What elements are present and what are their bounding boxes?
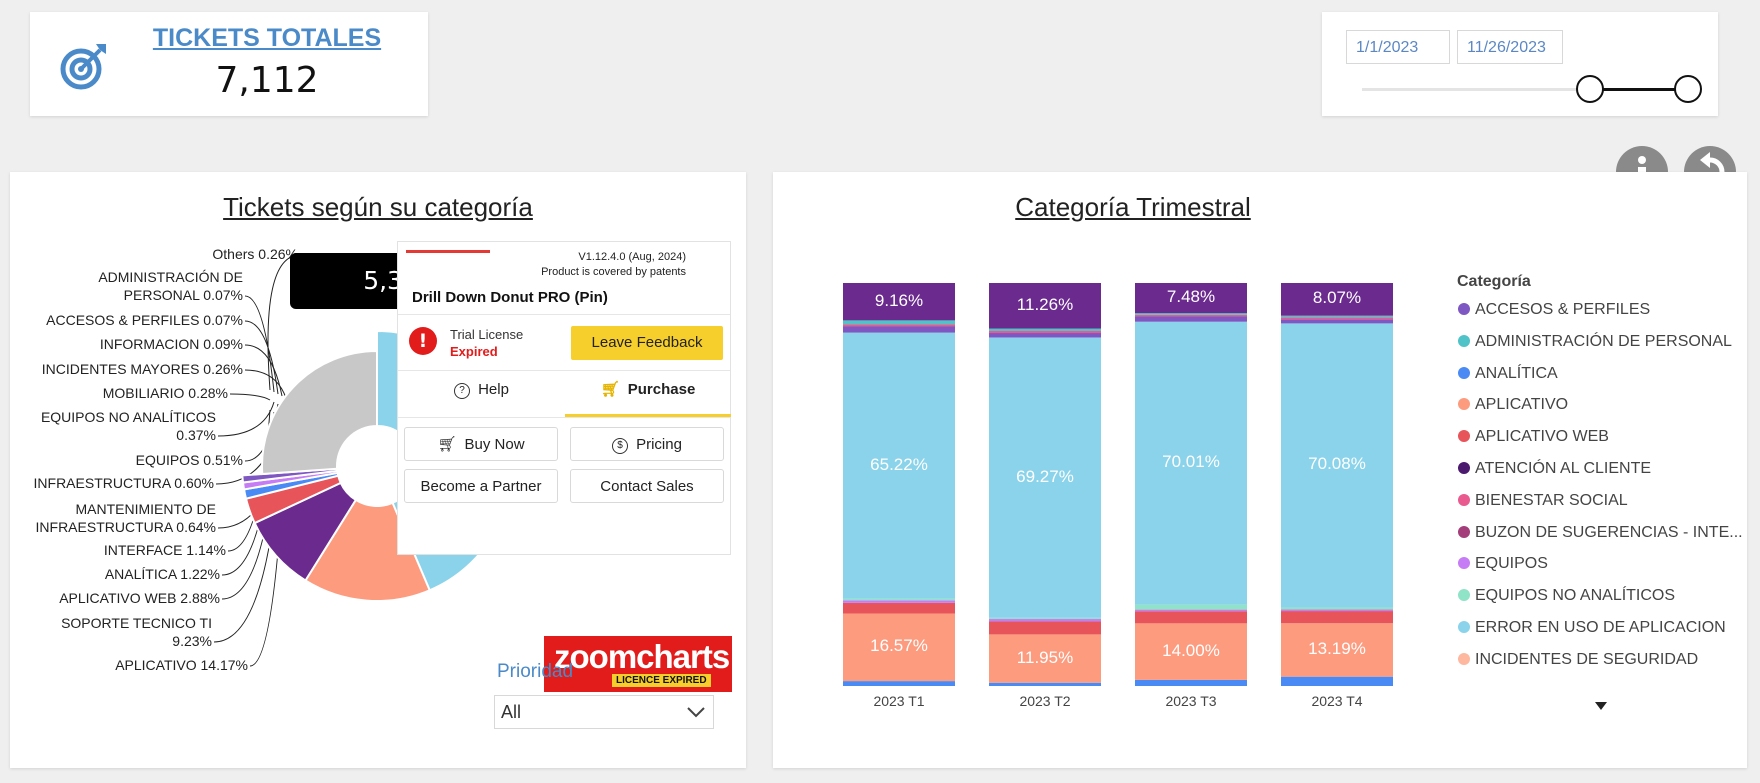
bar-segment[interactable] [1281,607,1393,610]
bar-segment[interactable] [1135,604,1247,610]
legend-item[interactable]: ATENCIÓN AL CLIENTE [1458,460,1651,478]
bar-segment[interactable] [1281,319,1393,324]
legend-item[interactable]: ACCESOS & PERFILES [1458,301,1650,319]
legend-dot [1458,493,1470,506]
bar-data-label: 70.01% [1162,452,1220,472]
bar-data-label: 16.57% [870,636,928,656]
legend-label: BIENESTAR SOCIAL [1475,491,1628,509]
bar-segment[interactable] [1281,315,1393,318]
bar-data-label: 70.08% [1308,454,1366,474]
bar-data-label: 7.48% [1166,287,1216,307]
legend-item[interactable]: EQUIPOS NO ANALÍTICOS [1458,587,1675,605]
legend-item[interactable]: BIENESTAR SOCIAL [1458,492,1628,510]
legend-label: APLICATIVO [1475,396,1569,414]
bar-segment[interactable] [843,324,955,327]
legend-dot [1458,334,1470,347]
bar-segment[interactable] [1281,676,1393,686]
bar-segment[interactable] [843,598,955,601]
legend-item[interactable]: APLICATIVO [1458,396,1568,414]
bar-segment[interactable] [843,681,955,686]
legend-item[interactable]: EQUIPOS [1458,555,1548,573]
legend-title: Categoría [1457,273,1531,290]
legend-dot [1458,366,1470,379]
legend-dot [1458,589,1470,602]
legend-label: BUZON DE SUGERENCIAS - INTE... [1475,523,1743,541]
bar-data-label: 65.22% [870,454,928,474]
bar-segment[interactable] [843,320,955,325]
legend-item[interactable]: BUZON DE SUGERENCIAS - INTE... [1458,524,1743,542]
legend-item[interactable]: ANALÍTICA [1458,365,1558,383]
bar-data-label: 11.95% [1016,647,1074,667]
legend-dot [1458,557,1470,570]
bar-data-label: 11.26% [1016,294,1074,314]
bar-segment[interactable] [1135,314,1247,317]
legend-dot [1458,525,1470,538]
legend-label: ACCESOS & PERFILES [1475,301,1651,318]
x-axis-tick-label: 2023 T3 [1165,693,1217,709]
legend-label: ERROR EN USO DE APLICACION [1475,619,1726,636]
bar-segment[interactable] [989,682,1101,686]
legend-dot [1458,398,1470,411]
bar-segment[interactable] [843,602,955,614]
bar-segment[interactable] [1281,317,1393,320]
legend-label: INCIDENTES DE SEGURIDAD [1475,650,1699,668]
bar-data-label: 69.27% [1016,466,1074,486]
legend-label: ANALÍTICA [1475,364,1558,382]
legend-label: EQUIPOS [1475,555,1548,573]
legend-label: ADMINISTRACIÓN DE PERSONAL [1475,332,1732,350]
bar-segment[interactable] [1135,313,1247,315]
legend-dot [1458,652,1470,665]
x-axis-tick-label: 2023 T1 [873,693,925,709]
bar-data-label: 8.07% [1312,288,1362,308]
bar-segment[interactable] [1135,679,1247,686]
bar-segment[interactable] [989,617,1101,620]
legend-scroll-down-icon[interactable] [1593,700,1609,712]
bar-segment[interactable] [843,600,955,603]
x-axis-tick-label: 2023 T2 [1019,693,1071,709]
legend-dot [1458,462,1470,474]
bar-segment[interactable] [1135,316,1247,322]
bar-segment[interactable] [989,330,1101,334]
bar-segment[interactable] [1281,611,1393,624]
bar-segment[interactable] [989,619,1101,622]
legend-dot [1458,430,1470,443]
legend-label: EQUIPOS NO ANALÍTICOS [1475,587,1676,605]
bar-segment[interactable] [989,333,1101,338]
bar-segment[interactable] [1281,609,1393,612]
legend-item[interactable]: APLICATIVO WEB [1458,428,1609,446]
legend-dot [1458,303,1470,315]
bar-segment[interactable] [989,621,1101,635]
bar-data-label: 9.16% [874,290,924,310]
bar-segment[interactable] [1135,611,1247,624]
bar-data-label: 13.19% [1308,638,1366,658]
legend-item[interactable]: INCIDENTES DE SEGURIDAD [1458,651,1698,669]
legend-label: ATENCIÓN AL CLIENTE [1475,460,1652,477]
bar-segment[interactable] [989,328,1101,331]
legend-item[interactable]: ERROR EN USO DE APLICACION [1458,619,1726,637]
legend-item[interactable]: ADMINISTRACIÓN DE PERSONAL [1458,333,1732,351]
legend-label: APLICATIVO WEB [1475,428,1609,446]
bar-segment[interactable] [843,326,955,333]
bar-segment[interactable] [1135,609,1247,612]
bar-data-label: 14.00% [1162,640,1220,660]
legend-dot [1458,621,1470,633]
x-axis-tick-label: 2023 T4 [1311,693,1363,709]
